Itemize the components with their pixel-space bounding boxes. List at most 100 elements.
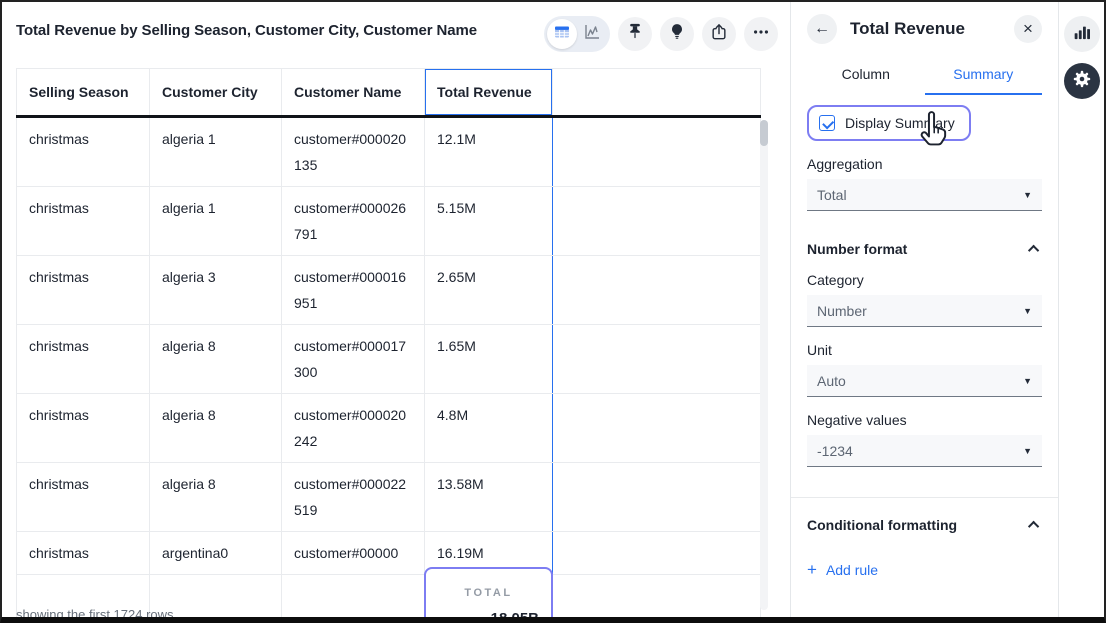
chart-view-icon [583, 23, 601, 46]
table-row: christmas algeria 1 customer#000020135 1… [17, 117, 761, 187]
cell-revenue[interactable]: 2.65M [425, 256, 553, 325]
unit-label: Unit [807, 342, 1042, 358]
cell-empty [553, 463, 761, 532]
column-header-customer-city[interactable]: Customer City [150, 69, 282, 117]
cell-empty [553, 187, 761, 256]
cell-revenue[interactable]: 4.8M [425, 394, 553, 463]
results-table: Selling Season Customer City Customer Na… [16, 68, 761, 617]
config-strip [1058, 2, 1104, 617]
cell-city[interactable]: algeria 1 [150, 117, 282, 187]
table-row: christmas argentina0 customer#00000 16.1… [17, 532, 761, 575]
collapse-chevron-icon[interactable] [1028, 245, 1039, 256]
row-count-note: showing the first 1724 rows [16, 607, 174, 617]
pin-button[interactable] [618, 17, 652, 51]
collapse-chevron-icon[interactable] [1028, 521, 1039, 532]
bar-chart-icon [1072, 22, 1092, 47]
viz-toolbar [544, 16, 778, 52]
answer-area: Total Revenue by Selling Season, Custome… [2, 2, 790, 617]
negative-values-value: -1234 [817, 443, 853, 459]
section-divider [791, 497, 1058, 498]
number-format-section[interactable]: Number format [807, 241, 1042, 257]
app-window: Total Revenue by Selling Season, Custome… [0, 0, 1106, 623]
cell-customer[interactable]: customer#000017300 [282, 325, 425, 394]
gear-icon [1071, 68, 1093, 95]
tab-column[interactable]: Column [807, 58, 925, 95]
more-icon [751, 22, 771, 47]
plus-icon: + [807, 563, 817, 577]
chevron-down-icon: ▼ [1023, 190, 1032, 200]
cell-city[interactable]: algeria 8 [150, 325, 282, 394]
conditional-formatting-section[interactable]: Conditional formatting [807, 517, 1042, 533]
cell-empty [553, 256, 761, 325]
cell-customer[interactable]: customer#000020135 [282, 117, 425, 187]
negative-values-dropdown[interactable]: -1234 ▼ [807, 435, 1042, 467]
cell-customer[interactable]: customer#000022519 [282, 463, 425, 532]
cell-season[interactable]: christmas [17, 463, 150, 532]
cell-customer[interactable]: customer#000016951 [282, 256, 425, 325]
cell-customer[interactable]: customer#000020242 [282, 394, 425, 463]
insights-button[interactable] [660, 17, 694, 51]
table-scrollbar-thumb[interactable] [760, 120, 768, 146]
cell-city[interactable]: algeria 1 [150, 187, 282, 256]
unit-dropdown[interactable]: Auto ▼ [807, 365, 1042, 397]
tab-summary[interactable]: Summary [925, 58, 1043, 95]
back-button[interactable]: ← [807, 14, 837, 44]
column-header-selling-season[interactable]: Selling Season [17, 69, 150, 117]
cell-customer[interactable]: customer#000026791 [282, 187, 425, 256]
cell-city[interactable]: algeria 3 [150, 256, 282, 325]
category-dropdown[interactable]: Number ▼ [807, 295, 1042, 327]
column-header-empty [553, 69, 761, 117]
column-header-total-revenue[interactable]: Total Revenue [425, 69, 553, 117]
table-scrollbar[interactable] [760, 120, 768, 610]
cell-revenue[interactable]: 12.1M [425, 117, 553, 187]
cell-city[interactable]: algeria 8 [150, 394, 282, 463]
share-button[interactable] [702, 17, 736, 51]
unit-value: Auto [817, 373, 846, 389]
cell-revenue[interactable]: 1.65M [425, 325, 553, 394]
pin-icon [625, 22, 645, 47]
table-view-button[interactable] [547, 19, 577, 49]
cell-season[interactable]: christmas [17, 117, 150, 187]
cell-city[interactable]: algeria 8 [150, 463, 282, 532]
cell-city[interactable]: argentina0 [150, 532, 282, 575]
total-summary-box[interactable]: TOTAL 18.05B [424, 567, 553, 617]
close-icon: × [1023, 19, 1033, 39]
total-summary-label: TOTAL [438, 580, 539, 606]
chart-view-button[interactable] [577, 23, 607, 46]
panel-tabs: Column Summary [807, 58, 1042, 95]
page-title: Total Revenue by Selling Season, Custome… [16, 22, 477, 39]
display-summary-checkbox[interactable] [819, 115, 835, 131]
aggregation-dropdown[interactable]: Total ▼ [807, 179, 1042, 211]
cell-season[interactable]: christmas [17, 394, 150, 463]
category-value: Number [817, 303, 867, 319]
view-mode-toggle[interactable] [544, 16, 610, 52]
cursor-pointer-icon [913, 110, 951, 153]
total-summary-value: 18.05B [438, 606, 539, 617]
cell-customer[interactable]: customer#00000 [282, 532, 425, 575]
column-header-customer-name[interactable]: Customer Name [282, 69, 425, 117]
lightbulb-icon [667, 22, 687, 47]
more-options-button[interactable] [744, 17, 778, 51]
category-label: Category [807, 272, 1042, 288]
chart-config-button[interactable] [1064, 16, 1100, 52]
cell-season[interactable]: christmas [17, 325, 150, 394]
aggregation-label: Aggregation [807, 156, 1042, 172]
add-rule-button[interactable]: + Add rule [807, 562, 1042, 578]
close-button[interactable]: × [1014, 15, 1042, 43]
cell-revenue[interactable]: 5.15M [425, 187, 553, 256]
cell-season[interactable]: christmas [17, 187, 150, 256]
cell-revenue[interactable]: 13.58M [425, 463, 553, 532]
column-settings-panel: ← Total Revenue × Column Summary Display… [790, 2, 1058, 617]
panel-header: ← Total Revenue × [807, 14, 1042, 44]
settings-button[interactable] [1064, 63, 1100, 99]
table-row: christmas algeria 8 customer#000020242 4… [17, 394, 761, 463]
cell-empty [553, 394, 761, 463]
panel-title: Total Revenue [850, 19, 965, 39]
chevron-down-icon: ▼ [1023, 446, 1032, 456]
back-icon: ← [814, 20, 830, 38]
answer-header: Total Revenue by Selling Season, Custome… [2, 2, 790, 68]
cell-season[interactable]: christmas [17, 532, 150, 575]
cell-season[interactable]: christmas [17, 256, 150, 325]
cell-empty [553, 532, 761, 575]
chevron-down-icon: ▼ [1023, 306, 1032, 316]
